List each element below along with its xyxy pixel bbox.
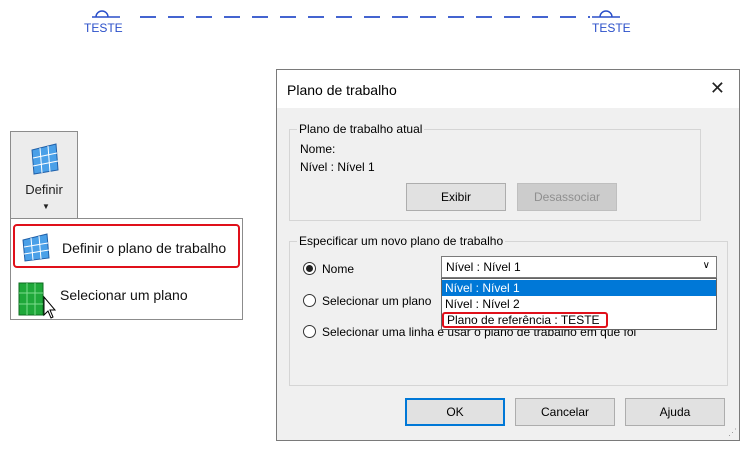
group-title: Plano de trabalho atual xyxy=(297,122,425,136)
dropdown-option[interactable]: Nível : Nível 2 xyxy=(442,296,716,312)
radio-select-plane[interactable] xyxy=(303,294,316,307)
green-plane-icon xyxy=(18,282,57,319)
workplane-dropdown-list: Nível : Nível 1 Nível : Nível 2 Plano de… xyxy=(441,278,717,330)
current-name-value: Nível : Nível 1 xyxy=(300,160,375,174)
definir-menu: Definir o plano de trabalho Selecionar u… xyxy=(10,218,243,320)
radio-name[interactable] xyxy=(303,262,316,275)
help-button[interactable]: Ajuda xyxy=(625,398,725,426)
dissociate-button: Desassociar xyxy=(517,183,617,211)
radio-select-line[interactable] xyxy=(303,325,316,338)
current-workplane-group: Plano de trabalho atual Nome: Nível : Ní… xyxy=(289,122,701,221)
workplane-name-select[interactable]: Nível : Nível 1 ∨ xyxy=(441,256,717,278)
name-label: Nome: xyxy=(300,142,336,156)
definir-ribbon-button[interactable]: Definir ▼ xyxy=(10,131,78,219)
dialog-titlebar[interactable]: Plano de trabalho ✕ xyxy=(277,70,739,108)
reference-end-right-icon xyxy=(592,10,620,18)
show-button[interactable]: Exibir xyxy=(406,183,506,211)
reference-label-left: TESTE xyxy=(84,21,123,35)
radio-select-plane-label: Selecionar um plano xyxy=(322,294,432,308)
dialog-title: Plano de trabalho xyxy=(287,82,397,98)
dropdown-option[interactable]: Plano de referência : TESTE xyxy=(442,312,608,328)
close-icon[interactable]: ✕ xyxy=(710,78,725,99)
radio-name-label: Nome xyxy=(322,262,355,276)
reference-label-right: TESTE xyxy=(592,21,631,35)
chevron-down-icon: ∨ xyxy=(702,260,710,271)
resize-grip-icon[interactable]: ⋰ xyxy=(728,427,737,438)
cancel-button[interactable]: Cancelar xyxy=(515,398,615,426)
grid-plane-icon xyxy=(22,233,50,262)
menu-item-define-workplane[interactable]: Definir o plano de trabalho xyxy=(13,224,240,268)
menu-item-label: Definir o plano de trabalho xyxy=(62,240,227,256)
workplane-dialog: Plano de trabalho ✕ Plano de trabalho at… xyxy=(276,69,740,441)
definir-label: Definir xyxy=(25,182,63,197)
dropdown-arrow-icon[interactable]: ▼ xyxy=(42,202,50,211)
ok-button[interactable]: OK xyxy=(405,398,505,426)
grid-plane-icon xyxy=(31,143,59,175)
dropdown-option[interactable]: Nível : Nível 1 xyxy=(442,280,716,296)
select-value: Nível : Nível 1 xyxy=(446,260,521,274)
menu-item-select-plane[interactable]: Selecionar um plano xyxy=(13,273,240,319)
menu-item-label: Selecionar um plano xyxy=(60,287,188,303)
reference-end-left-icon xyxy=(92,10,120,18)
group-title: Especificar um novo plano de trabalho xyxy=(297,234,506,248)
